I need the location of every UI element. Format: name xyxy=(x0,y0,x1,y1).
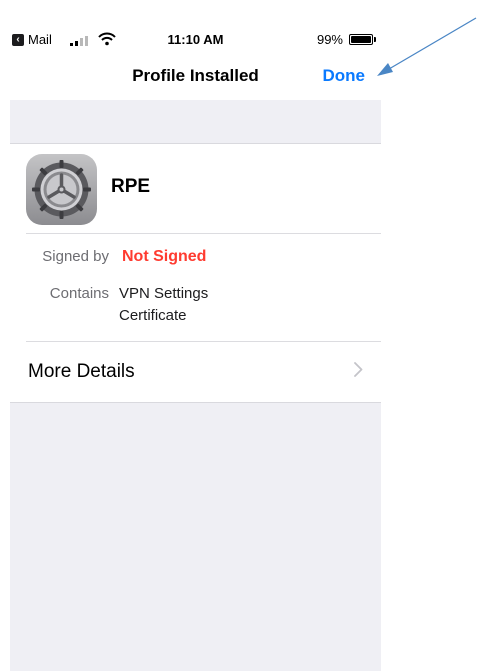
profile-details: Signed by Not Signed Contains VPN Settin… xyxy=(10,234,381,344)
signed-by-label: Signed by xyxy=(42,248,109,265)
status-bar: ‹ Mail 11:10 AM 99% xyxy=(10,28,381,52)
section-spacer xyxy=(10,100,381,144)
contains-item: Certificate xyxy=(119,307,187,324)
more-details-label: More Details xyxy=(28,361,135,382)
done-button[interactable]: Done xyxy=(323,66,366,86)
contains-item: VPN Settings xyxy=(119,285,209,302)
settings-gear-icon xyxy=(26,154,97,225)
battery-tip xyxy=(374,37,376,42)
contains-label: Contains xyxy=(49,285,109,302)
chevron-right-icon xyxy=(354,362,363,377)
signed-by-value: Not Signed xyxy=(122,248,207,265)
profile-name: RPE xyxy=(111,176,151,197)
battery-icon xyxy=(349,34,373,45)
empty-grouped-area xyxy=(10,402,381,671)
profile-header: RPE xyxy=(10,144,381,234)
navigation-bar: Profile Installed Done xyxy=(10,52,381,100)
more-details-row[interactable]: More Details xyxy=(10,342,381,402)
phone-screen: ‹ Mail 11:10 AM 99% Profile Installed Do… xyxy=(10,28,381,671)
battery-percentage: 99% xyxy=(316,32,343,47)
